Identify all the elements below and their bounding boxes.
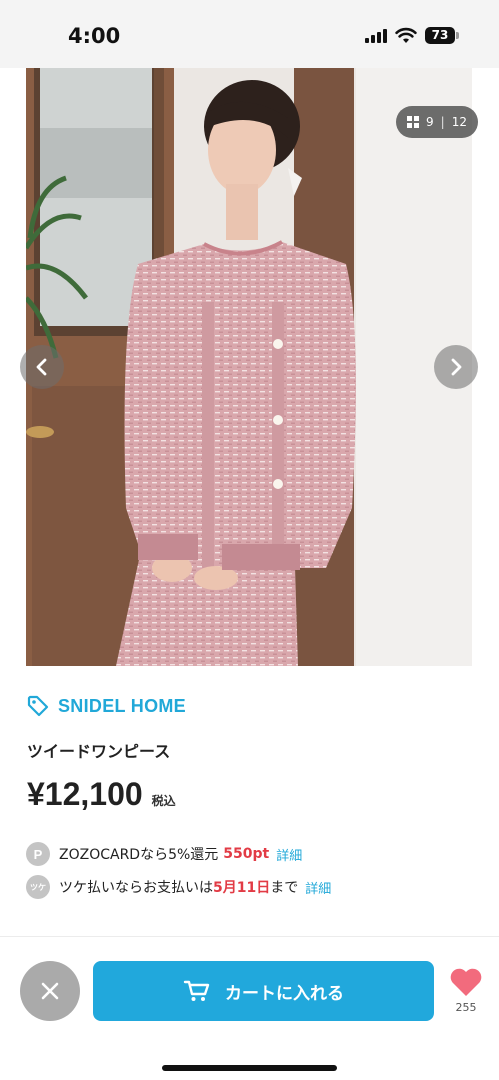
wifi-icon — [395, 27, 417, 43]
tsuke-text-after: まで — [270, 880, 299, 896]
image-counter[interactable]: 9 | 12 — [396, 106, 478, 138]
product-name: ツイードワンピース — [27, 742, 171, 761]
action-bar: カートに入れる 255 — [0, 936, 499, 1080]
zozocard-points-row: P ZOZOCARDなら5%還元 550pt 詳細 — [26, 842, 302, 866]
zozocard-text: ZOZOCARDなら5%還元 — [59, 847, 219, 863]
battery-icon: 73 — [425, 27, 459, 44]
tsuke-icon: ツケ — [26, 875, 50, 899]
points-amount: 550pt — [223, 846, 270, 862]
counter-separator: | — [440, 115, 445, 129]
product-photo[interactable] — [26, 68, 472, 666]
next-image-button[interactable] — [434, 345, 478, 389]
previous-image-button[interactable] — [20, 345, 64, 389]
tsuke-payment-row: ツケ ツケ払いならお支払いは 5月11日 まで 詳細 — [26, 875, 331, 899]
status-bar: 4:00 73 — [0, 0, 499, 68]
tag-icon — [27, 695, 49, 717]
cart-icon — [183, 980, 210, 1001]
zozocard-detail-link[interactable]: 詳細 — [276, 845, 302, 864]
tsuke-date: 5月11日 — [213, 880, 271, 896]
add-to-cart-label: カートに入れる — [225, 983, 344, 1004]
add-to-cart-button[interactable]: カートに入れる — [93, 961, 434, 1021]
status-time: 4:00 — [68, 24, 121, 48]
chevron-right-icon — [451, 358, 462, 376]
battery-level: 73 — [425, 27, 455, 44]
status-icons: 73 — [365, 27, 459, 44]
close-button[interactable] — [20, 961, 80, 1021]
counter-current: 9 — [426, 115, 434, 129]
price: ¥12,100 — [27, 776, 143, 812]
favorite-button[interactable]: 255 — [446, 967, 486, 1014]
product-image-gallery[interactable]: 9 | 12 — [0, 68, 499, 666]
close-icon — [41, 982, 59, 1000]
grid-icon — [407, 116, 420, 128]
brand-name: SNIDEL HOME — [58, 695, 186, 716]
price-row: ¥12,100 税込 — [27, 776, 176, 813]
favorite-count: 255 — [455, 1001, 477, 1014]
counter-total: 12 — [451, 115, 467, 129]
home-indicator — [162, 1065, 337, 1071]
tax-label: 税込 — [151, 794, 176, 808]
heart-icon — [450, 968, 482, 996]
points-icon: P — [26, 842, 50, 866]
brand-link[interactable]: SNIDEL HOME — [26, 694, 186, 718]
tsuke-text-before: ツケ払いならお支払いは — [59, 880, 213, 896]
signal-icon — [365, 28, 387, 43]
chevron-left-icon — [36, 358, 47, 376]
tsuke-detail-link[interactable]: 詳細 — [305, 878, 331, 897]
